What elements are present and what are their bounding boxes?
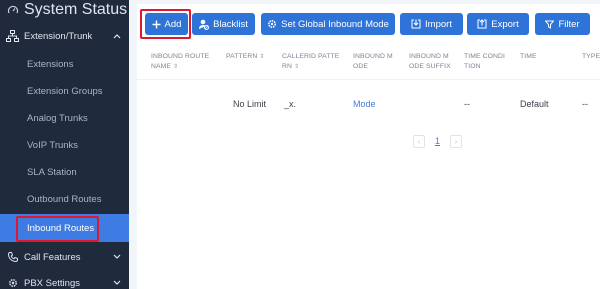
sidebar-item-label: Call Features — [24, 251, 81, 263]
sidebar-item-analog-trunks[interactable]: Analog Trunks — [0, 105, 129, 131]
cell-type: -- — [582, 99, 588, 109]
export-button[interactable]: Export — [467, 13, 529, 35]
prev-page-button[interactable]: ‹ — [413, 134, 425, 148]
sidebar-item-extension-trunk[interactable]: Extension/Trunk — [0, 25, 129, 47]
column-header-time[interactable]: TIME — [520, 52, 537, 62]
sidebar-item-label: Outbound Routes — [27, 193, 102, 205]
cell-callerid-pattern: _x. — [284, 99, 297, 109]
column-header-text: ODE SUFFIX — [409, 63, 451, 70]
sort-icon[interactable]: ⇕ — [173, 64, 178, 70]
user-block-icon — [199, 19, 210, 30]
cell-inbound-mode-link[interactable]: Mode — [353, 99, 376, 109]
column-header-type[interactable]: TYPE — [582, 52, 600, 62]
column-header-text: INBOUND ROUTE — [151, 53, 210, 60]
column-header-text: INBOUND M — [409, 53, 449, 60]
column-header-text: TIME CONDI — [464, 53, 506, 60]
column-header-inbound-mode-suffix[interactable]: INBOUND M ODE SUFFIX — [409, 52, 451, 72]
blacklist-button-label: Blacklist — [213, 18, 248, 30]
sidebar-item-label: Analog Trunks — [27, 112, 88, 124]
table-row[interactable]: No Limit _x. Mode -- Default -- — [137, 82, 600, 126]
sidebar-item-extension-groups[interactable]: Extension Groups — [0, 78, 129, 104]
chevron-up-icon — [112, 31, 122, 41]
sitemap-icon — [6, 30, 19, 43]
sidebar-item-sla-station[interactable]: SLA Station — [0, 159, 129, 185]
sidebar-item-label: System Status — [24, 1, 128, 18]
cell-pattern: No Limit — [233, 99, 267, 109]
sidebar-item-label: PBX Settings — [24, 277, 80, 289]
sidebar-item-label: Extension Groups — [27, 85, 103, 97]
filter-button-label: Filter — [558, 18, 580, 30]
export-icon — [477, 19, 487, 29]
cell-time-condition: -- — [464, 99, 470, 109]
phone-icon — [6, 251, 19, 264]
toolbar: Add Blacklist Set Global Inbound Mode Im… — [137, 13, 600, 35]
blacklist-button[interactable]: Blacklist — [192, 13, 255, 35]
sidebar-item-label: Extensions — [27, 58, 74, 70]
sidebar-item-voip-trunks[interactable]: VoIP Trunks — [0, 132, 129, 158]
filter-button[interactable]: Filter — [535, 13, 590, 35]
column-header-text: INBOUND M — [353, 53, 393, 60]
column-header-text: NAME — [151, 63, 172, 70]
main-content: Add Blacklist Set Global Inbound Mode Im… — [129, 0, 600, 289]
filter-icon — [545, 20, 555, 29]
highlight-box-add — [140, 9, 191, 39]
column-header-text: CALLERID PATTE — [282, 53, 340, 60]
export-button-label: Export — [491, 18, 519, 30]
cell-time: Default — [520, 99, 549, 109]
column-header-time-condition[interactable]: TIME CONDI TION — [464, 52, 505, 72]
column-header-text: TION — [464, 63, 481, 70]
column-header-text: RN — [282, 63, 293, 70]
sidebar-item-label: VoIP Trunks — [27, 139, 79, 151]
pagination: ‹ 1 › — [413, 134, 463, 148]
gear-icon — [6, 277, 19, 289]
sidebar-item-outbound-routes[interactable]: Outbound Routes — [0, 186, 129, 212]
import-icon — [411, 19, 421, 29]
sidebar: System Status Extension/Trunk Extensions… — [0, 0, 129, 289]
column-header-text: PATTERN — [226, 53, 258, 60]
column-header-pattern[interactable]: PATTERN ⇕ — [226, 52, 265, 62]
gauge-icon — [6, 4, 19, 17]
import-button-label: Import — [425, 18, 452, 30]
sort-icon[interactable]: ⇕ — [294, 64, 299, 70]
sidebar-item-label: Extension/Trunk — [24, 30, 93, 42]
sidebar-item-extensions[interactable]: Extensions — [0, 51, 129, 77]
sort-icon[interactable]: ⇕ — [259, 54, 264, 60]
chevron-down-icon — [112, 278, 122, 288]
page-number[interactable]: 1 — [435, 136, 440, 146]
next-page-button[interactable]: › — [450, 134, 463, 148]
app-root: System Status Extension/Trunk Extensions… — [0, 0, 600, 289]
chevron-down-icon — [112, 252, 122, 262]
sidebar-item-call-features[interactable]: Call Features — [0, 247, 129, 267]
content-panel: Add Blacklist Set Global Inbound Mode Im… — [137, 4, 600, 289]
sidebar-item-system-status[interactable]: System Status — [0, 0, 129, 20]
column-header-callerid-pattern[interactable]: CALLERID PATTE RN ⇕ — [282, 52, 339, 72]
sidebar-item-label: SLA Station — [27, 166, 77, 178]
column-header-text: ODE — [353, 63, 369, 70]
column-header-inbound-mode[interactable]: INBOUND M ODE — [353, 52, 393, 72]
sidebar-item-pbx-settings[interactable]: PBX Settings — [0, 273, 129, 289]
highlight-box-inbound-routes — [16, 216, 99, 242]
column-header-text: TYPE — [582, 53, 600, 60]
set-global-inbound-mode-button[interactable]: Set Global Inbound Mode — [261, 13, 395, 35]
gear-icon — [268, 19, 277, 29]
column-header-name[interactable]: INBOUND ROUTE NAME ⇕ — [151, 52, 209, 72]
column-header-text: TIME — [520, 53, 537, 60]
import-button[interactable]: Import — [400, 13, 463, 35]
set-global-inbound-mode-label: Set Global Inbound Mode — [281, 18, 389, 30]
table-header: INBOUND ROUTE NAME ⇕ PATTERN ⇕ CALLERID PA… — [137, 44, 600, 80]
